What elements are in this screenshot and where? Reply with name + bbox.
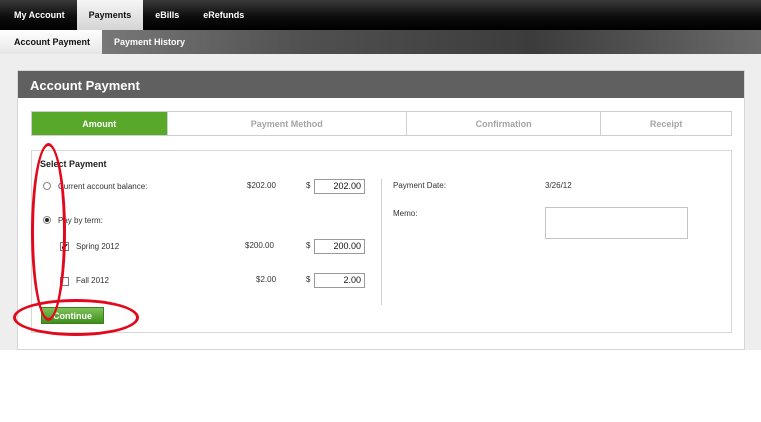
term-input-fall-2012[interactable]: 2.00 bbox=[314, 273, 365, 288]
current-balance-amount: $202.00 bbox=[247, 181, 276, 190]
payment-date-label: Payment Date: bbox=[393, 181, 446, 190]
memo-field[interactable] bbox=[545, 207, 688, 239]
nav-tab-erefunds[interactable]: eRefunds bbox=[191, 0, 256, 30]
step-confirmation: Confirmation bbox=[407, 112, 602, 135]
currency-symbol: $ bbox=[306, 241, 311, 250]
memo-label: Memo: bbox=[393, 209, 418, 218]
payment-date-value: 3/26/12 bbox=[545, 181, 572, 190]
annotation-circle-selection bbox=[31, 143, 66, 321]
term-input-spring-2012[interactable]: 200.00 bbox=[314, 239, 365, 254]
sub-nav: Account Payment Payment History bbox=[0, 30, 761, 54]
step-receipt: Receipt bbox=[649, 119, 683, 129]
term-label-fall-2012: Fall 2012 bbox=[76, 276, 109, 285]
current-balance-label: Current account balance: bbox=[58, 182, 148, 191]
top-nav: My Account Payments eBills eRefunds bbox=[0, 0, 761, 30]
term-amount-fall-2012: $2.00 bbox=[256, 275, 277, 284]
current-balance-input[interactable]: 202.00 bbox=[314, 179, 365, 194]
nav-tab-payments[interactable]: Payments bbox=[76, 0, 144, 30]
term-label-spring-2012: Spring 2012 bbox=[76, 242, 120, 251]
currency-symbol: $ bbox=[306, 181, 311, 190]
step-amount: Amount bbox=[32, 112, 168, 135]
nav-tab-ebills[interactable]: eBills bbox=[143, 0, 191, 30]
term-amount-spring-2012: $200.00 bbox=[245, 241, 274, 250]
card-title: Account Payment bbox=[18, 71, 744, 98]
currency-symbol: $ bbox=[306, 275, 311, 284]
subnav-tab-payment-history[interactable]: Payment History bbox=[102, 30, 197, 54]
step-payment-method: Payment Method bbox=[168, 112, 407, 135]
nav-tab-my-account[interactable]: My Account bbox=[0, 0, 77, 30]
annotation-circle-continue bbox=[13, 299, 139, 336]
select-payment-panel: Select Payment Current account balance: … bbox=[31, 150, 732, 333]
panel-divider bbox=[381, 179, 382, 305]
step-progress: Amount Payment Method Confirmation Recei… bbox=[31, 111, 732, 136]
subnav-tab-account-payment[interactable]: Account Payment bbox=[0, 30, 103, 54]
